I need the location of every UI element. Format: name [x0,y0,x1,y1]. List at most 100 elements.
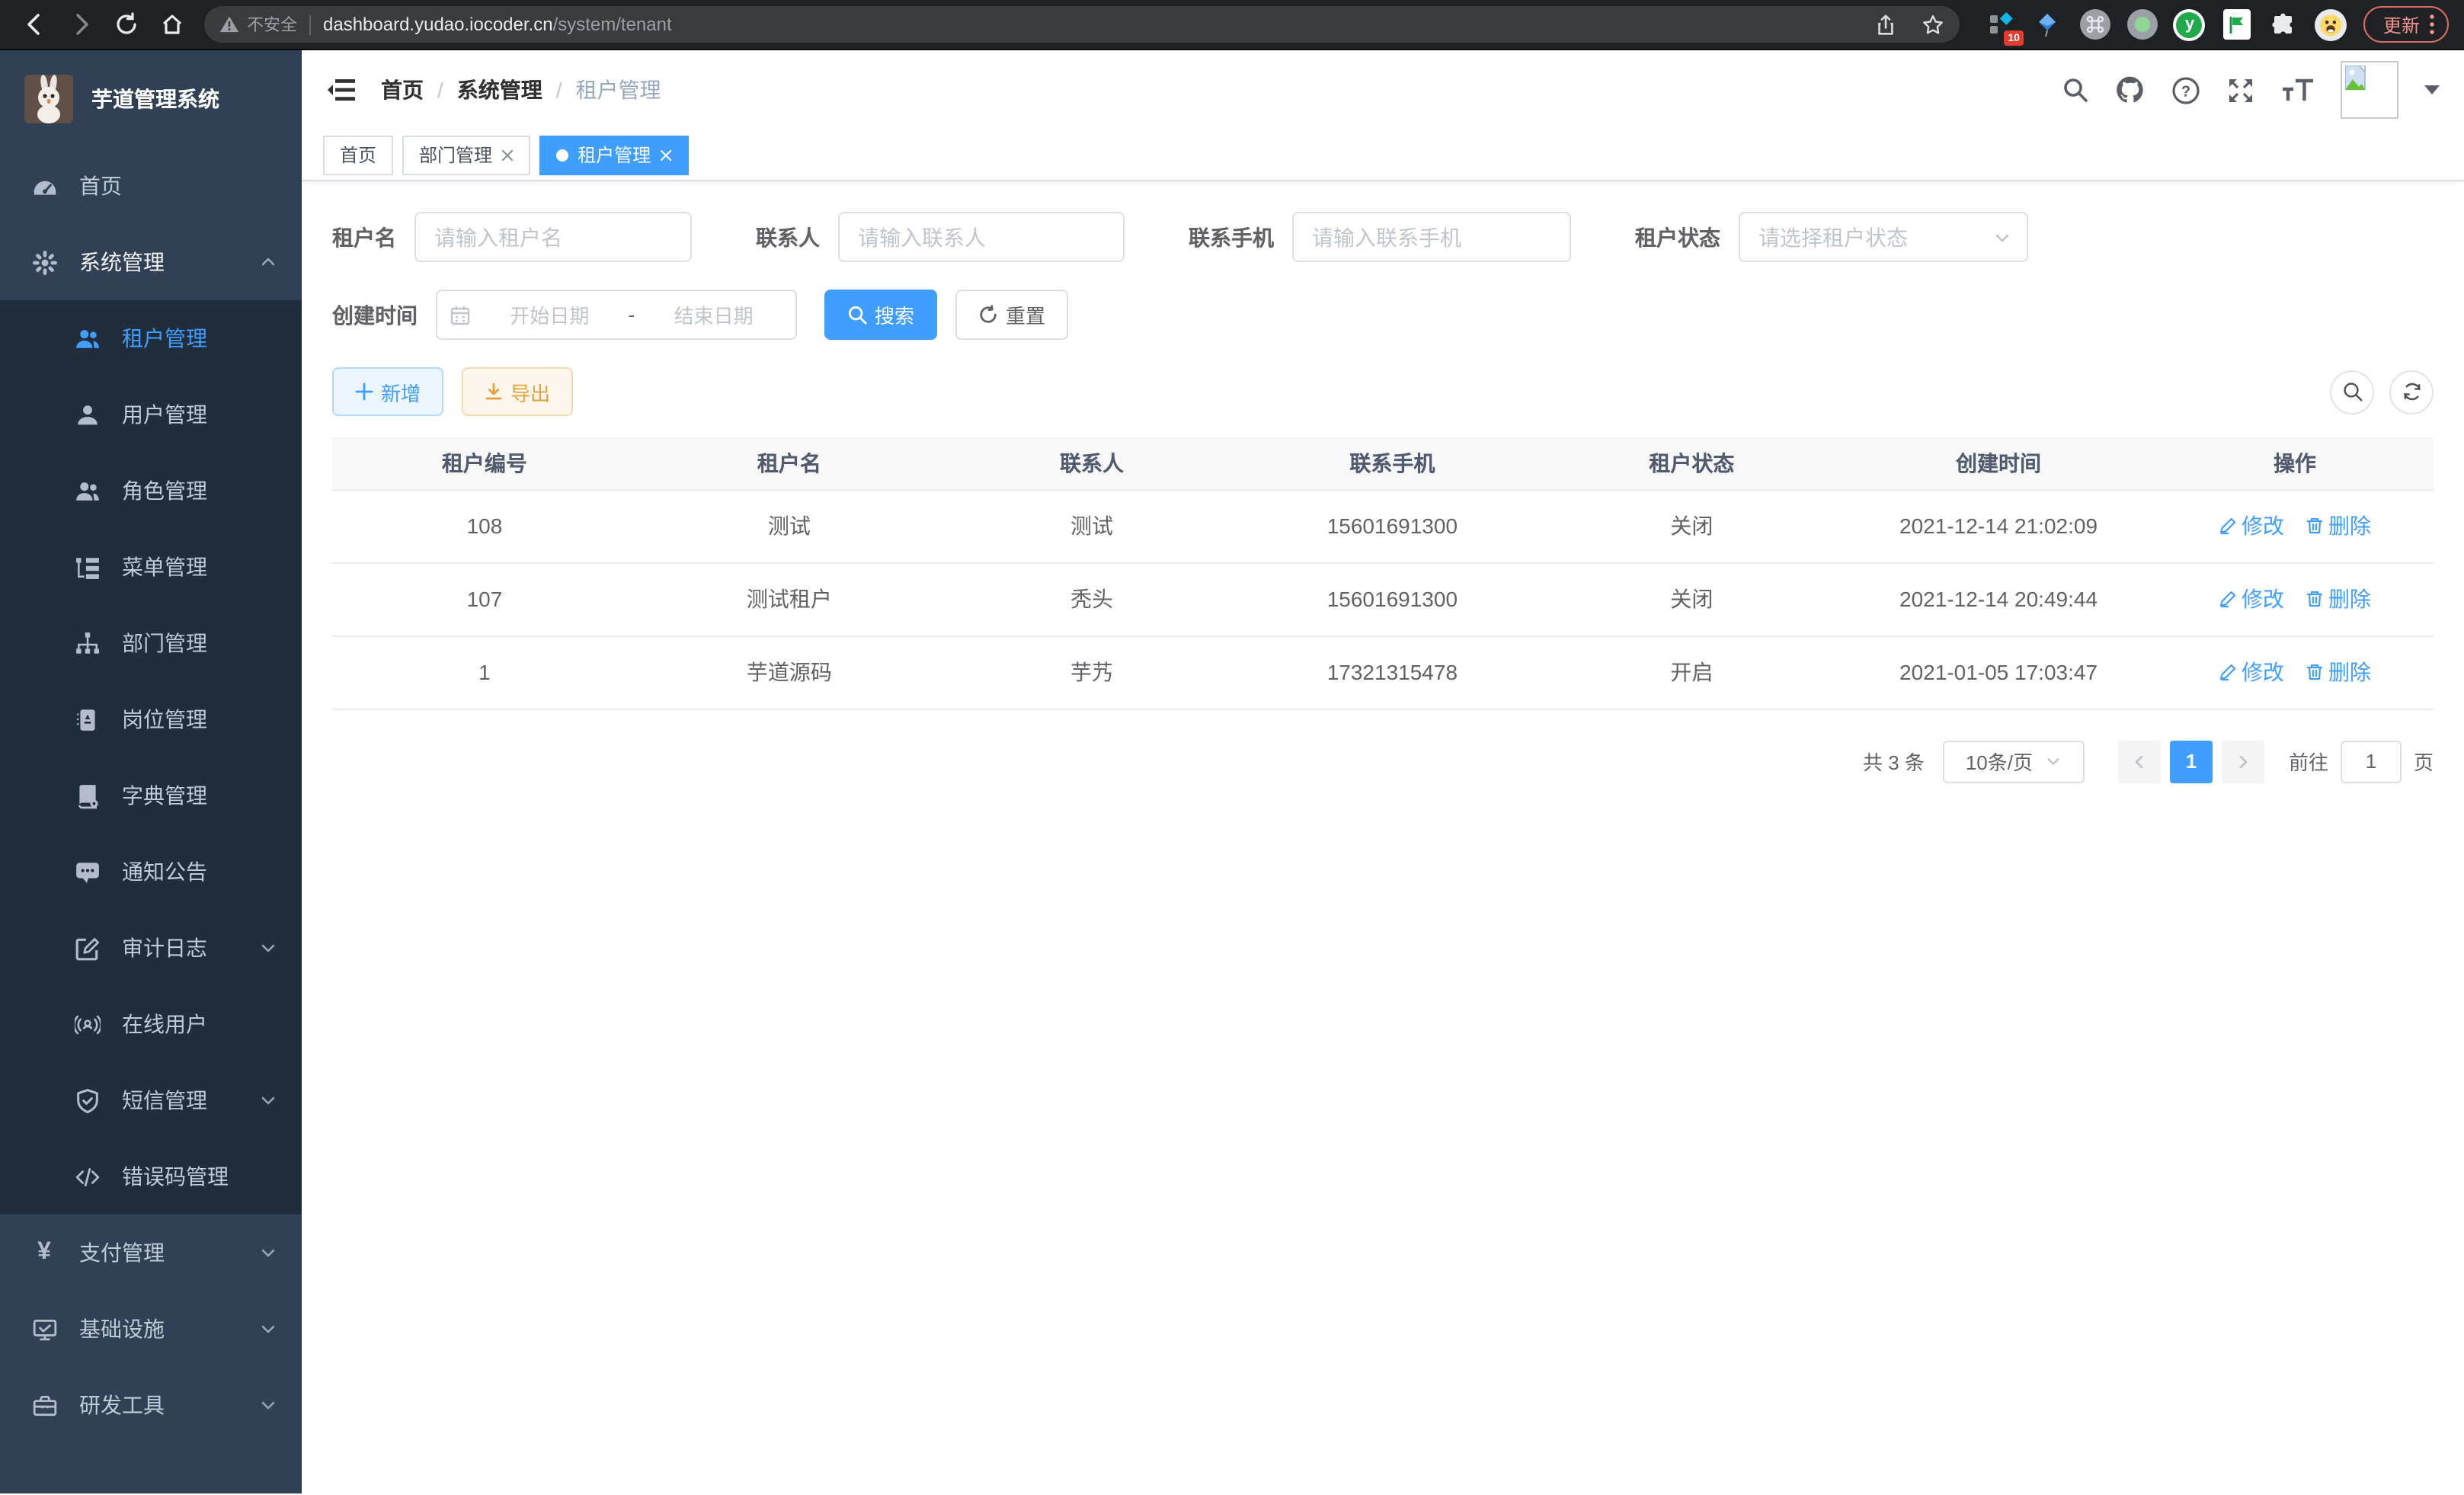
filter-row-2: 创建时间 开始日期 - 结束日期 搜索 [332,290,2434,340]
sidebar-item-notice[interactable]: 通知公告 [0,834,302,910]
chevron-down-icon [259,939,277,957]
screen: 不安全 dashboard.yudao.iocoder.cn/system/te… [0,0,2464,1495]
tenant-name-input[interactable] [414,212,692,262]
close-icon[interactable] [660,149,672,161]
sidebar-item-dev-tools[interactable]: 研发工具 [0,1367,302,1443]
sidebar-item-home[interactable]: 首页 [0,148,302,224]
sidebar-item-payment[interactable]: ¥ 支付管理 [0,1215,302,1291]
tags-view: 首页 部门管理 租户管理 [302,130,2464,181]
select-placeholder: 请选择租户状态 [1758,222,1993,252]
browser-update-button[interactable]: 更新 [2363,6,2449,43]
caret-down-icon[interactable] [2424,85,2440,94]
sidebar-logo[interactable]: 芋道管理系统 [0,50,302,148]
sidebar-item-dict[interactable]: 字典管理 [0,757,302,834]
users-icon [73,325,101,351]
back-icon[interactable] [15,5,55,44]
share-icon[interactable] [1874,13,1897,36]
status-select[interactable]: 请选择租户状态 [1739,212,2028,262]
cell-status: 开启 [1543,635,1842,709]
tab-home[interactable]: 首页 [323,135,393,174]
edit-link[interactable]: 修改 [2219,657,2284,687]
security-chip[interactable]: 不安全 [219,12,297,37]
ext-tabs-icon[interactable]: 10 [1984,8,2018,41]
refresh-table-button[interactable] [2389,370,2434,414]
sidebar-item-system[interactable]: 系统管理 [0,224,302,300]
search-icon[interactable] [2062,76,2089,104]
delete-link[interactable]: 删除 [2306,511,2371,541]
breadcrumb-home[interactable]: 首页 [381,75,424,105]
edit-link[interactable]: 修改 [2219,511,2284,541]
sidebar-item-dept[interactable]: 部门管理 [0,605,302,681]
app-title: 芋道管理系统 [91,84,219,114]
search-button[interactable]: 搜索 [824,290,937,340]
sidebar-collapse-icon[interactable] [302,50,381,130]
sidebar-item-audit-log[interactable]: 审计日志 [0,910,302,986]
mobile-input[interactable] [1292,212,1571,262]
home-icon[interactable] [152,5,192,44]
ext-avatar-emoji-icon[interactable] [2315,8,2348,41]
font-size-icon[interactable] [2281,76,2315,104]
sidebar-item-online-users[interactable]: 在线用户 [0,986,302,1062]
help-icon[interactable]: ? [2171,75,2200,104]
delete-link[interactable]: 删除 [2306,657,2371,687]
user-avatar[interactable] [2341,61,2398,119]
page-size-select[interactable]: 10条/页 [1943,740,2085,783]
reload-icon[interactable] [107,5,146,44]
cell-created: 2021-12-14 21:02:09 [1841,489,2156,562]
edit-label: 修改 [2242,657,2284,687]
ext-badge: 10 [2004,30,2024,46]
reset-button[interactable]: 重置 [955,290,1068,340]
cell-name: 芋道源码 [637,635,942,709]
goto-page-input[interactable] [2341,740,2402,783]
page-number-1[interactable]: 1 [2170,740,2213,783]
address-bar[interactable]: 不安全 dashboard.yudao.iocoder.cn/system/te… [204,6,1960,43]
delete-link[interactable]: 删除 [2306,584,2371,614]
url-path: /system/tenant [553,14,672,35]
table-row: 108 测试 测试 15601691300 关闭 2021-12-14 21:0… [332,489,2434,562]
toggle-search-button[interactable] [2330,370,2374,414]
table-row: 107 测试租户 秃头 15601691300 关闭 2021-12-14 20… [332,562,2434,635]
sidebar-item-label: 角色管理 [122,475,207,506]
svg-text:?: ? [2181,82,2190,99]
github-icon[interactable] [2115,75,2146,105]
ext-flag-icon[interactable] [2220,8,2254,41]
export-button[interactable]: 导出 [462,367,573,416]
sidebar-item-error-code[interactable]: 错误码管理 [0,1138,302,1215]
ext-kite-icon[interactable] [2031,8,2065,41]
chevron-down-icon [259,1396,277,1414]
reset-label: 重置 [1006,300,1045,329]
cell-name: 测试租户 [637,562,942,635]
sidebar-item-user[interactable]: 用户管理 [0,376,302,453]
sidebar-item-sms[interactable]: 短信管理 [0,1062,302,1138]
sidebar-item-tenant[interactable]: 租户管理 [0,300,302,376]
edit-link[interactable]: 修改 [2219,584,2284,614]
tree-list-icon [73,554,101,580]
tab-dept[interactable]: 部门管理 [402,135,530,174]
add-button[interactable]: 新增 [332,367,443,416]
security-label: 不安全 [247,12,297,37]
fullscreen-icon[interactable] [2226,75,2255,104]
sidebar-item-label: 菜单管理 [122,552,207,582]
next-page-button[interactable] [2222,740,2264,783]
sidebar-item-infra[interactable]: 基础设施 [0,1291,302,1367]
ext-puzzle-icon[interactable] [2267,8,2301,41]
ext-command-icon[interactable] [2078,8,2112,41]
tab-tenant[interactable]: 租户管理 [539,135,689,174]
sidebar-item-menu[interactable]: 菜单管理 [0,529,302,605]
breadcrumb-system[interactable]: 系统管理 [457,75,542,105]
close-icon[interactable] [501,149,514,161]
sidebar-item-post[interactable]: 岗位管理 [0,681,302,757]
kebab-menu-icon[interactable] [2429,14,2435,35]
prev-page-button[interactable] [2118,740,2161,783]
delete-label: 删除 [2328,657,2371,687]
dictionary-icon [73,783,101,808]
contact-input[interactable] [838,212,1125,262]
date-range-picker[interactable]: 开始日期 - 结束日期 [436,290,797,340]
ext-y-icon[interactable]: y [2173,8,2206,41]
sidebar-item-role[interactable]: 角色管理 [0,453,302,529]
online-user-icon [73,1011,101,1037]
pencil-icon [2219,517,2237,535]
bookmark-star-icon[interactable] [1922,13,1944,36]
ext-recorder-icon[interactable] [2126,8,2159,41]
forward-icon[interactable] [61,5,101,44]
